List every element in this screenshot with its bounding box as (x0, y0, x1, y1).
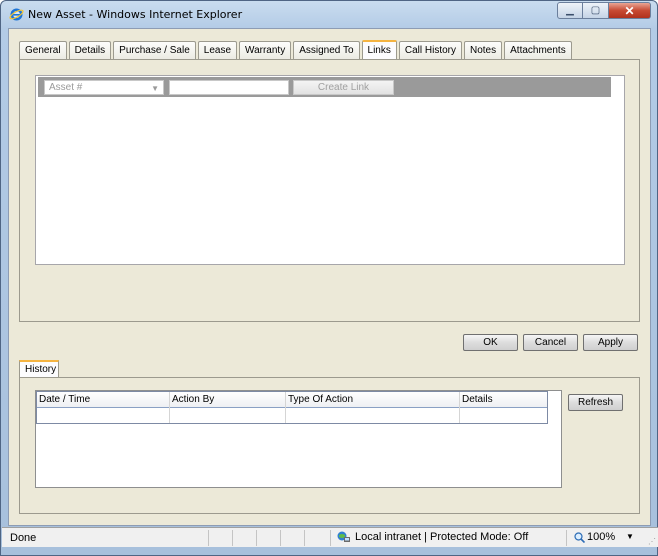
links-toolbar: Asset # ▼ Create Link (38, 77, 611, 97)
table-row-cell (286, 408, 460, 423)
table-row-cell (37, 408, 170, 423)
tab-general[interactable]: General (19, 41, 67, 59)
link-search-input[interactable] (169, 80, 289, 95)
column-header-type-of-action[interactable]: Type Of Action (286, 392, 460, 408)
intranet-globe-icon (337, 531, 350, 542)
tab-call-history[interactable]: Call History (398, 41, 462, 59)
close-button[interactable]: ✕ (609, 2, 651, 19)
resize-grip-icon[interactable]: ⋰ (648, 537, 656, 546)
browser-window: New Asset - Windows Internet Explorer ▁ … (0, 0, 658, 556)
security-zone-label: Local intranet | Protected Mode: Off (355, 531, 529, 543)
apply-button[interactable]: Apply (583, 334, 638, 351)
minimize-icon: ▁ (566, 5, 574, 16)
create-link-button[interactable]: Create Link (293, 80, 394, 95)
tab-warranty[interactable]: Warranty (239, 41, 292, 59)
window-controls: ▁ ▢ ✕ (557, 2, 651, 20)
status-divider (256, 530, 257, 546)
tab-notes[interactable]: Notes (464, 41, 503, 59)
tab-lease[interactable]: Lease (197, 41, 238, 59)
tab-details[interactable]: Details (68, 41, 112, 59)
asset-select-value: Asset # (49, 82, 83, 93)
links-list: Asset # ▼ Create Link (35, 75, 625, 265)
links-tab-panel: Asset # ▼ Create Link (19, 59, 640, 322)
status-divider (208, 530, 209, 546)
title-bar: New Asset - Windows Internet Explorer ▁ … (1, 1, 657, 27)
maximize-button[interactable]: ▢ (583, 2, 609, 19)
chevron-down-icon: ▼ (151, 84, 159, 93)
tab-history[interactable]: History (19, 360, 59, 378)
status-divider (232, 530, 233, 546)
zoom-level: 100% (587, 531, 616, 543)
tab-links[interactable]: Links (361, 40, 397, 60)
tab-attachments[interactable]: Attachments (504, 41, 572, 59)
history-table[interactable]: Date / Time Action By Type Of Action Det… (35, 390, 562, 488)
zoom-icon (574, 531, 585, 543)
status-text: Done (10, 532, 37, 544)
status-divider (304, 530, 305, 546)
chevron-down-icon[interactable]: ▼ (626, 532, 634, 541)
tab-strip: General Details Purchase / Sale Lease Wa… (19, 40, 574, 60)
minimize-button[interactable]: ▁ (557, 2, 583, 19)
zoom-control[interactable]: 100% (574, 531, 615, 543)
column-header-date-time[interactable]: Date / Time (37, 392, 170, 408)
cancel-button[interactable]: Cancel (523, 334, 578, 351)
window-title: New Asset - Windows Internet Explorer (28, 8, 243, 21)
close-icon: ✕ (624, 3, 635, 18)
refresh-button[interactable]: Refresh (568, 394, 623, 411)
status-divider (566, 530, 567, 546)
tab-assigned-to[interactable]: Assigned To (293, 41, 360, 59)
status-bar: Done Local intranet | Protected Mode: Of… (2, 527, 658, 547)
asset-type-select[interactable]: Asset # ▼ (44, 80, 164, 95)
status-divider (280, 530, 281, 546)
dialog-body: General Details Purchase / Sale Lease Wa… (8, 28, 651, 526)
table-row-cell (170, 408, 286, 423)
tab-purchase-sale[interactable]: Purchase / Sale (113, 41, 196, 59)
column-header-action-by[interactable]: Action By (170, 392, 286, 408)
maximize-icon: ▢ (590, 5, 601, 16)
security-zone[interactable]: Local intranet | Protected Mode: Off (337, 531, 528, 543)
ie-icon (9, 8, 24, 21)
ok-button[interactable]: OK (463, 334, 518, 351)
history-grid: Date / Time Action By Type Of Action Det… (36, 391, 548, 424)
history-table-header: Date / Time Action By Type Of Action Det… (37, 392, 547, 408)
status-divider (330, 530, 331, 546)
history-panel: Date / Time Action By Type Of Action Det… (19, 377, 640, 514)
column-header-details[interactable]: Details (460, 392, 547, 408)
